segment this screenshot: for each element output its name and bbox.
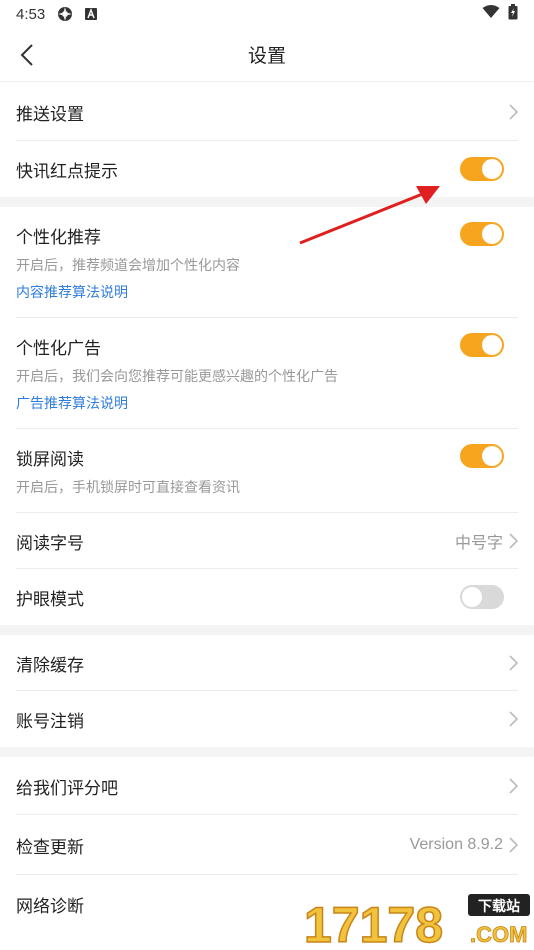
settings-gear-icon — [57, 6, 73, 22]
check-update-label: 检查更新 — [16, 837, 84, 858]
watermark-badge: 下载站 — [478, 898, 520, 915]
personalized-recommend-row: 个性化推荐 开启后，推荐频道会增加个性化内容 内容推荐算法说明 — [0, 207, 534, 318]
news-red-dot-toggle[interactable] — [460, 157, 504, 181]
personalized-ads-row: 个性化广告 开启后，我们会向您推荐可能更感兴趣的个性化广告 广告推荐算法说明 — [0, 318, 534, 429]
status-time: 4:53 — [16, 5, 46, 23]
eye-care-row: 护眼模式 — [0, 569, 534, 625]
chevron-right-icon — [509, 104, 518, 120]
font-size-row[interactable]: 阅读字号 中号字 — [0, 513, 534, 569]
watermark-suffix: .COM — [470, 922, 527, 947]
rate-us-row[interactable]: 给我们评分吧 — [0, 757, 534, 815]
font-size-label: 阅读字号 — [16, 533, 84, 554]
eye-care-toggle[interactable] — [460, 585, 504, 609]
personalized-recommend-label: 个性化推荐 — [16, 228, 101, 248]
section-divider — [0, 197, 534, 207]
chevron-left-icon — [20, 44, 33, 66]
personalized-recommend-desc: 开启后，推荐频道会增加个性化内容 — [16, 258, 240, 274]
eye-care-label: 护眼模式 — [16, 589, 84, 610]
lockscreen-read-row: 锁屏阅读 开启后，手机锁屏时可直接查看资讯 — [0, 429, 534, 513]
chevron-right-icon — [509, 655, 518, 671]
network-diagnose-label: 网络诊断 — [16, 896, 84, 917]
watermark-logo: 17178 下载站 .COM — [303, 890, 534, 950]
clear-cache-row[interactable]: 清除缓存 — [0, 635, 534, 691]
chevron-right-icon — [509, 778, 518, 794]
push-settings-row[interactable]: 推送设置 — [0, 83, 534, 141]
status-bar: 4:53 — [0, 0, 534, 28]
personalized-ads-desc: 开启后，我们会向您推荐可能更感兴趣的个性化广告 — [16, 369, 338, 385]
font-size-value: 中号字 — [454, 535, 503, 552]
chevron-right-icon — [509, 837, 518, 853]
lockscreen-read-desc: 开启后，手机锁屏时可直接查看资讯 — [16, 480, 240, 496]
rate-us-label: 给我们评分吧 — [16, 778, 118, 799]
section-divider — [0, 625, 534, 635]
wifi-icon — [482, 5, 500, 23]
clear-cache-label: 清除缓存 — [16, 655, 84, 676]
watermark-digits: 17178 — [304, 897, 443, 950]
title-bar: 设置 — [0, 28, 534, 82]
content-algorithm-link[interactable]: 内容推荐算法说明 — [16, 282, 128, 302]
battery-icon — [508, 4, 518, 24]
delete-account-row[interactable]: 账号注销 — [0, 691, 534, 747]
personalized-ads-label: 个性化广告 — [16, 339, 101, 359]
lockscreen-read-label: 锁屏阅读 — [16, 450, 84, 470]
news-red-dot-row: 快讯红点提示 — [0, 141, 534, 197]
chevron-right-icon — [509, 711, 518, 727]
page-title: 设置 — [247, 45, 286, 67]
news-red-dot-label: 快讯红点提示 — [16, 161, 118, 182]
ads-algorithm-link[interactable]: 广告推荐算法说明 — [16, 393, 128, 413]
lockscreen-read-toggle[interactable] — [460, 444, 504, 468]
push-settings-label: 推送设置 — [16, 104, 84, 125]
chevron-right-icon — [509, 533, 518, 549]
back-button[interactable] — [10, 38, 44, 72]
personalized-ads-toggle[interactable] — [460, 333, 504, 357]
personalized-recommend-toggle[interactable] — [460, 222, 504, 246]
a-badge-icon — [85, 8, 98, 20]
section-divider — [0, 747, 534, 757]
check-update-row[interactable]: 检查更新 Version 8.9.2 — [0, 815, 534, 875]
app-version-value: Version 8.9.2 — [409, 836, 503, 853]
delete-account-label: 账号注销 — [16, 711, 84, 732]
